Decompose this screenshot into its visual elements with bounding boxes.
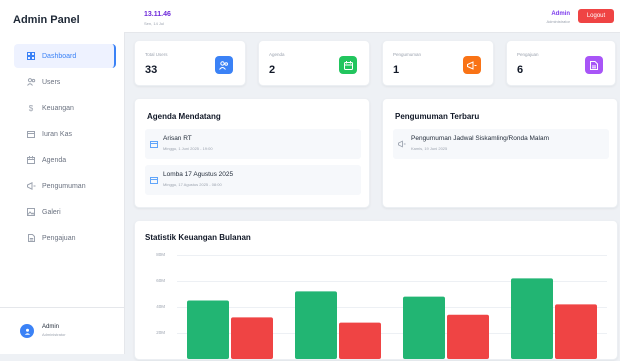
bar-series2-3: [447, 314, 489, 359]
agenda-panel: Agenda Mendatang Arisan RT Minggu, 1 Jun…: [134, 98, 370, 208]
bar-chart: [187, 278, 597, 359]
stat-value: 33: [145, 64, 158, 76]
bar-series2-4: [555, 304, 597, 359]
agenda-item[interactable]: Lomba 17 Agustus 2025 Minggu, 17 Agustus…: [145, 165, 361, 195]
announcement-item-date: Kamis, 19 Juni 2025: [411, 146, 448, 151]
agenda-item-date: Minggu, 17 Agustus 2025 - 08:00: [163, 182, 222, 187]
stat-label: Total Users: [145, 52, 168, 57]
sidebar-user[interactable]: Admin Administrator: [0, 307, 124, 354]
bar-series1-2: [295, 291, 337, 359]
sidebar-item-label: Iuran Kas: [42, 130, 72, 138]
bar-series1-4: [511, 278, 553, 359]
megaphone-icon: [398, 140, 406, 148]
stat-label: Agenda: [269, 52, 285, 57]
sidebar-item-label: Pengumuman: [42, 182, 86, 190]
stat-value: 2: [269, 64, 276, 76]
announcement-item-title: Pengumuman Jadwal Siskamling/Ronda Malam: [411, 135, 550, 142]
clock: 13.11.46: [144, 11, 171, 18]
sidebar-item-label: Users: [42, 78, 61, 86]
sidebar-user-role: Administrator: [42, 332, 66, 337]
current-date: Sen, 14 Jul: [144, 21, 165, 26]
users-icon: [215, 56, 233, 74]
announcement-item[interactable]: Pengumuman Jadwal Siskamling/Ronda Malam…: [393, 129, 609, 159]
y-tick-label: 60M: [156, 278, 165, 283]
sidebar-item-label: Keuangan: [42, 104, 74, 112]
y-tick-label: 20M: [156, 330, 165, 335]
agenda-item-date: Minggu, 1 Juni 2025 - 19:00: [163, 146, 213, 151]
sidebar-item-users[interactable]: Users: [14, 70, 116, 94]
sidebar-user-name: Admin: [42, 324, 60, 330]
header-user-role: Administrator: [546, 19, 570, 24]
sidebar: Admin Panel Dashboard Users $ Keuangan I…: [0, 0, 125, 354]
top-bar: 13.11.46 Sen, 14 Jul Admin Administrator…: [124, 0, 620, 33]
stat-card-agenda: Agenda 2: [258, 40, 370, 86]
stat-value: 6: [517, 64, 524, 76]
y-tick-label: 40M: [156, 304, 165, 309]
megaphone-icon: [26, 181, 36, 191]
calendar-icon: [150, 177, 158, 184]
sidebar-item-label: Agenda: [42, 156, 67, 164]
users-icon: [26, 77, 36, 87]
sidebar-item-pengumuman[interactable]: Pengumuman: [14, 174, 116, 198]
sidebar-item-label: Pengajuan: [42, 234, 76, 242]
sidebar-item-agenda[interactable]: Agenda: [14, 148, 116, 172]
bar-series1-1: [187, 300, 229, 359]
dashboard-icon: [26, 51, 36, 61]
stat-value: 1: [393, 64, 400, 76]
calendar-icon: [150, 141, 158, 148]
sidebar-item-label: Galeri: [42, 208, 61, 216]
announcements-title: Pengumuman Terbaru: [395, 112, 480, 121]
sidebar-item-dashboard[interactable]: Dashboard: [14, 44, 116, 68]
stat-label: Pengumuman: [393, 52, 422, 57]
sidebar-item-label: Dashboard: [42, 52, 77, 60]
avatar: [20, 324, 34, 338]
agenda-item-title: Arisan RT: [163, 135, 192, 142]
agenda-item[interactable]: Arisan RT Minggu, 1 Juni 2025 - 19:00: [145, 129, 361, 159]
announcements-panel: Pengumuman Terbaru Pengumuman Jadwal Sis…: [382, 98, 618, 208]
sidebar-item-pengajuan[interactable]: Pengajuan: [14, 226, 116, 250]
stat-card-pengajuan: Pengajuan 6: [506, 40, 616, 86]
image-icon: [26, 207, 36, 217]
chart-title: Statistik Keuangan Bulanan: [145, 233, 251, 242]
calendar-icon: [339, 56, 357, 74]
y-tick-label: 80M: [156, 252, 165, 257]
sidebar-item-keuangan[interactable]: $ Keuangan: [14, 96, 116, 120]
header-user: Admin Administrator: [546, 11, 570, 25]
cash-box-icon: [26, 129, 36, 139]
document-icon: [26, 233, 36, 243]
logout-button[interactable]: Logout: [578, 9, 614, 23]
app-title: Admin Panel: [13, 14, 80, 26]
sidebar-item-galeri[interactable]: Galeri: [14, 200, 116, 224]
bar-series2-1: [231, 317, 273, 359]
header-user-name: Admin: [551, 11, 570, 17]
agenda-item-title: Lomba 17 Agustus 2025: [163, 171, 234, 178]
finance-chart-panel: Statistik Keuangan Bulanan 80M 60M 40M 2…: [134, 220, 618, 360]
sidebar-nav: Dashboard Users $ Keuangan Iuran Kas Age…: [14, 44, 116, 252]
stat-card-pengumuman: Pengumuman 1: [382, 40, 494, 86]
megaphone-icon: [463, 56, 481, 74]
sidebar-item-iuran-kas[interactable]: Iuran Kas: [14, 122, 116, 146]
calendar-icon: [26, 155, 36, 165]
stat-card-users: Total Users 33: [134, 40, 246, 86]
user-icon: [24, 328, 30, 335]
bar-series1-3: [403, 296, 445, 359]
document-icon: [585, 56, 603, 74]
stat-label: Pengajuan: [517, 52, 539, 57]
dollar-icon: $: [28, 103, 34, 113]
agenda-title: Agenda Mendatang: [147, 112, 221, 121]
